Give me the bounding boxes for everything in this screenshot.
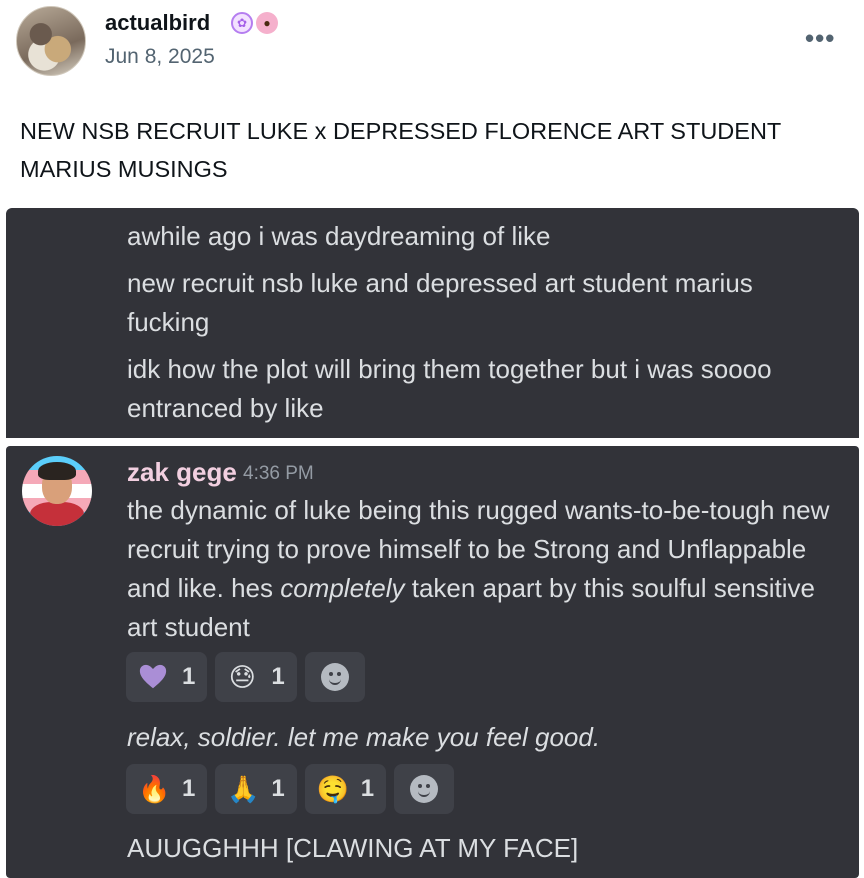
more-options-button[interactable]: ••• — [805, 25, 835, 51]
post-text: NEW NSB RECRUIT LUKE x DEPRESSED FLORENC… — [20, 118, 781, 182]
fire-icon: 🔥 — [138, 774, 171, 804]
brain-badge-icon: ✿ — [231, 12, 253, 34]
purple-heart-icon — [139, 664, 167, 689]
reaction-count: 1 — [271, 663, 285, 690]
reaction-sleepy-face: 😓 1 — [215, 652, 297, 702]
reaction-drooling-face: 🤤 1 — [304, 764, 387, 814]
reaction-count: 1 — [182, 775, 196, 802]
chat-message-line: idk how the plot will bring them togethe… — [127, 354, 772, 423]
add-reaction-icon — [320, 663, 349, 691]
reaction-row-2: 🔥 1 🙏 1 🤤 1 — [126, 764, 455, 814]
reaction-count: 1 — [271, 775, 285, 802]
add-reaction-button — [304, 652, 365, 702]
chat-message-last: AUUGGHHH [CLAWING AT MY FACE] — [127, 833, 579, 863]
add-reaction-button — [394, 764, 455, 814]
praying-hands-icon: 🙏 — [227, 774, 260, 804]
reaction-purple-heart: 1 — [126, 652, 208, 702]
reaction-fire: 🔥 1 — [126, 764, 208, 814]
drooling-face-icon: 🤤 — [316, 774, 350, 804]
paw-badge-icon: ● — [256, 12, 278, 34]
chat-message-line: awhile ago i was daydreaming of like — [127, 221, 551, 251]
chat-quote-message: relax, soldier. let me make you feel goo… — [127, 722, 601, 752]
reaction-row-1: 1 😓 1 — [126, 652, 365, 702]
badge-group: ✿ ● — [231, 12, 278, 34]
divider — [6, 438, 859, 446]
chat-screenshot-bottom: zak gege 4:36 PM the dynamic of luke bei… — [6, 446, 859, 878]
post-date[interactable]: Jun 8, 2025 — [105, 45, 215, 69]
zak-avatar — [22, 456, 92, 526]
chat-timestamp: 4:36 PM — [243, 463, 314, 484]
reaction-count: 1 — [182, 663, 196, 690]
author-avatar[interactable] — [16, 6, 86, 76]
reaction-praying-hands: 🙏 1 — [215, 764, 297, 814]
chat-author-name: zak gege — [127, 457, 237, 487]
chat-message: the dynamic of luke being this rugged wa… — [127, 495, 830, 642]
add-reaction-icon — [410, 775, 439, 803]
chat-message-line: new recruit nsb luke and depressed art s… — [127, 268, 753, 337]
chat-screenshot-top: awhile ago i was daydreaming of like new… — [6, 208, 859, 438]
reaction-count: 1 — [360, 775, 375, 802]
sleepy-face-icon: 😓 — [228, 662, 256, 692]
author-username[interactable]: actualbird — [105, 10, 210, 36]
